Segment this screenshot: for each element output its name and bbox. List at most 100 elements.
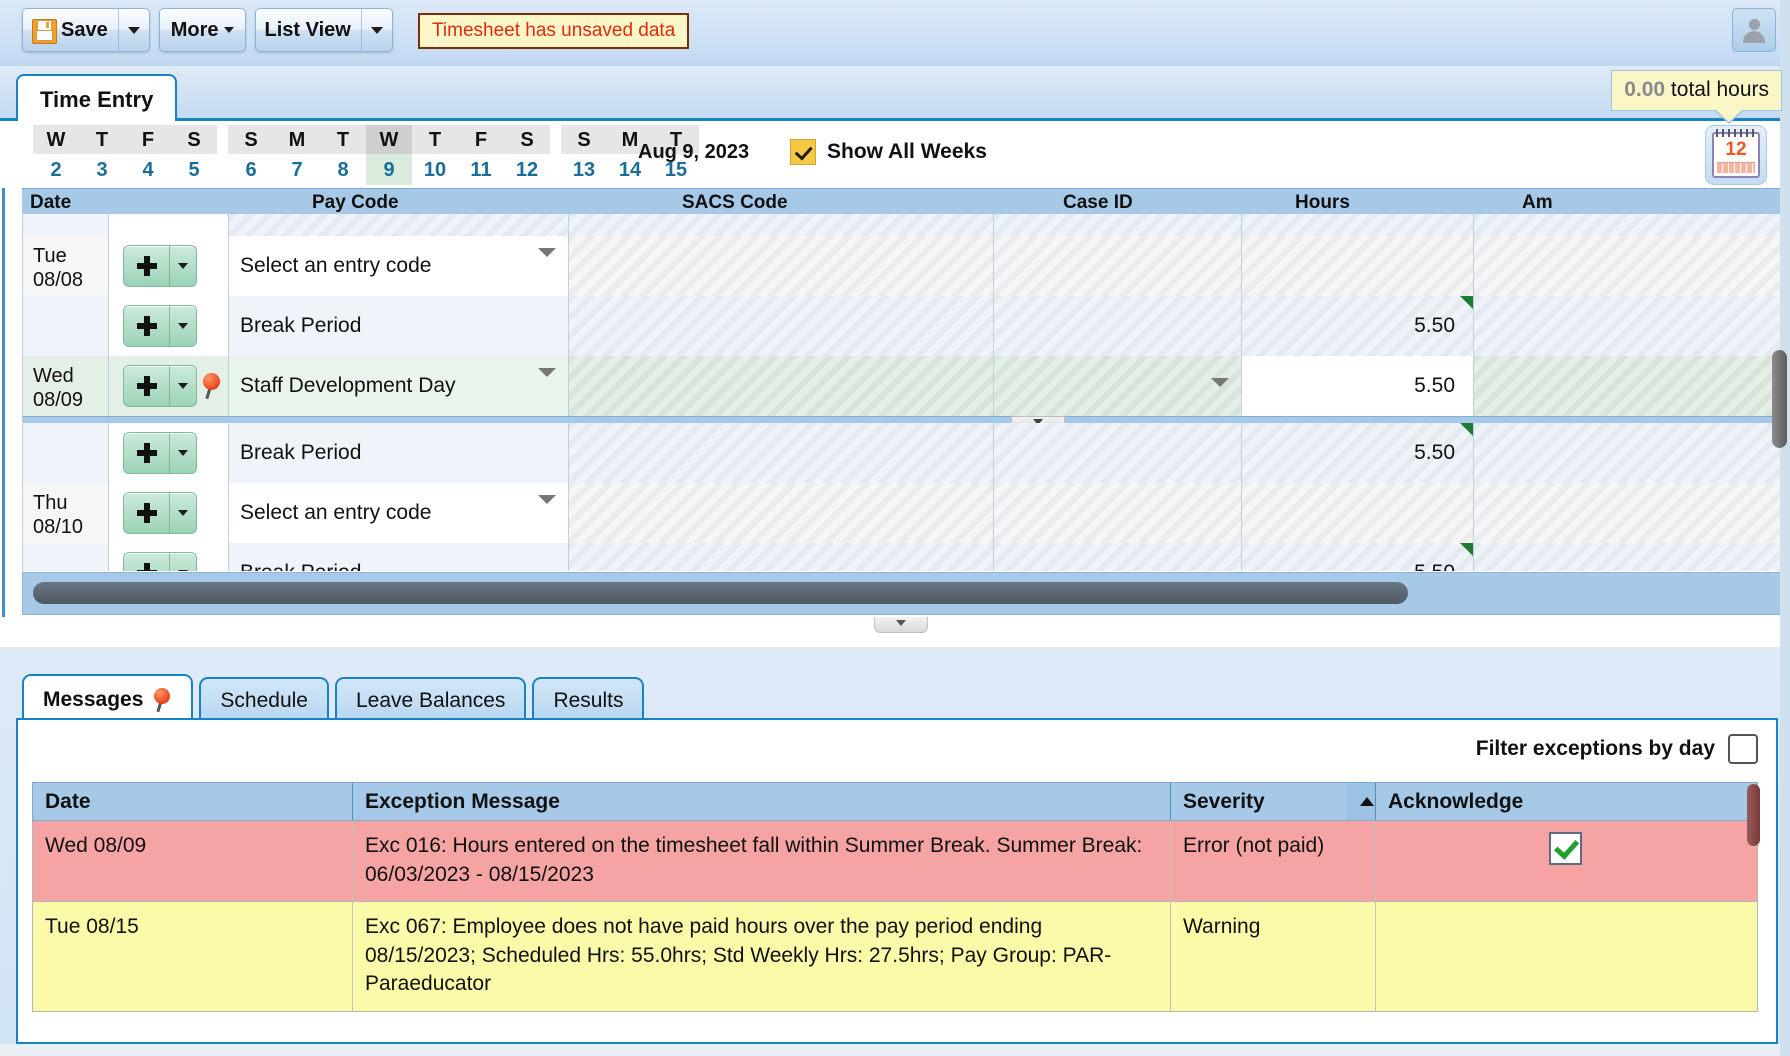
dropdown-arrow-icon[interactable] — [538, 368, 556, 377]
tab-time-entry[interactable]: Time Entry — [16, 74, 178, 123]
cell-pay-code[interactable]: Select an entry code — [229, 483, 569, 543]
save-dropdown-toggle[interactable] — [119, 9, 149, 51]
cell-hours[interactable] — [1242, 236, 1474, 296]
bottom-tab-leave-balances[interactable]: Leave Balances — [334, 677, 527, 723]
cell-hours[interactable] — [1242, 214, 1474, 236]
cell-hours[interactable]: 5.50 — [1242, 423, 1474, 483]
cell-hours[interactable]: 5.50 — [1242, 543, 1474, 571]
column-header-exception-date[interactable]: Date — [33, 783, 353, 820]
cell-amount[interactable] — [1474, 356, 1790, 416]
cell-case-id[interactable] — [994, 423, 1242, 483]
time-entry-row[interactable]: Tue 08/08 Select an entry code — [23, 236, 1790, 297]
time-entry-row[interactable]: Break Period 5.50 — [23, 543, 1790, 571]
chevron-down-icon[interactable] — [170, 366, 196, 406]
cell-case-id[interactable] — [994, 543, 1242, 571]
add-entry-button[interactable] — [123, 245, 197, 287]
cell-sacs-code[interactable] — [569, 296, 994, 356]
filter-exceptions-toggle[interactable]: Filter exceptions by day — [1476, 734, 1758, 764]
cell-pay-code[interactable]: Select an entry code — [229, 236, 569, 296]
chevron-down-icon[interactable] — [170, 433, 196, 473]
cell-pay-code[interactable]: Break Period — [229, 543, 569, 571]
add-entry-button[interactable] — [123, 552, 197, 571]
grid-vertical-scrollbar[interactable] — [1772, 350, 1787, 448]
cell-hours[interactable]: 5.50 — [1242, 296, 1474, 356]
add-entry-button[interactable] — [123, 492, 197, 534]
bottom-tab-schedule[interactable]: Schedule — [199, 677, 329, 723]
add-entry-button[interactable] — [123, 305, 197, 347]
day-cell-7[interactable]: M7 — [274, 125, 320, 185]
day-cell-12[interactable]: S 12 — [504, 125, 550, 185]
column-header-hours[interactable]: Hours — [1295, 192, 1350, 214]
grid-horizontal-scrollbar-thumb[interactable] — [33, 582, 1408, 604]
panel-collapse-handle[interactable] — [874, 617, 928, 633]
cell-amount[interactable] — [1474, 483, 1790, 543]
more-button[interactable]: More — [158, 8, 246, 52]
cell-sacs-code[interactable] — [569, 543, 994, 571]
day-cell-10[interactable]: T 10 — [412, 125, 458, 185]
cell-sacs-code[interactable] — [569, 214, 994, 236]
calendar-picker-button[interactable]: 12 — [1705, 125, 1767, 185]
cell-case-id[interactable] — [994, 483, 1242, 543]
user-avatar-button[interactable] — [1732, 8, 1776, 52]
add-entry-button[interactable] — [123, 365, 197, 407]
day-cell-5[interactable]: S5 — [171, 125, 217, 185]
day-cell-2[interactable]: W2 — [33, 125, 79, 185]
chevron-down-icon[interactable] — [170, 246, 196, 286]
column-header-sacs-code[interactable]: SACS Code — [682, 192, 788, 214]
bottom-tab-results[interactable]: Results — [532, 677, 645, 723]
cell-pay-code[interactable]: Break Period — [229, 423, 569, 483]
day-cell-11[interactable]: F 11 — [458, 125, 504, 185]
bottom-tab-messages[interactable]: Messages — [22, 674, 194, 723]
cell-amount[interactable] — [1474, 543, 1790, 571]
day-cell-9[interactable]: W9 — [366, 125, 412, 185]
list-view-button[interactable]: List View — [254, 8, 393, 52]
column-header-severity[interactable]: Severity — [1171, 783, 1346, 820]
day-cell-6[interactable]: S6 — [228, 125, 274, 185]
column-header-acknowledge[interactable]: Acknowledge — [1376, 783, 1757, 820]
save-button[interactable]: Save — [22, 8, 150, 52]
add-entry-button[interactable] — [123, 432, 197, 474]
checkbox-unchecked-icon[interactable] — [1728, 734, 1758, 764]
dropdown-arrow-icon[interactable] — [538, 248, 556, 257]
cell-pay-code[interactable]: Staff Development Day — [229, 356, 569, 416]
time-entry-row[interactable]: Thu 08/10 Select an entry code — [23, 483, 1790, 544]
cell-sacs-code[interactable] — [569, 236, 994, 296]
exception-acknowledge-cell[interactable] — [1376, 902, 1757, 1011]
sort-ascending-icon[interactable] — [1346, 783, 1376, 820]
chevron-down-icon[interactable] — [170, 306, 196, 346]
cell-amount[interactable] — [1474, 236, 1790, 296]
show-all-weeks-toggle[interactable]: Show All Weeks — [790, 139, 987, 165]
column-header-exception-message[interactable]: Exception Message — [353, 783, 1171, 820]
grid-horizontal-scrollbar-track[interactable] — [22, 572, 1790, 615]
cell-case-id[interactable] — [994, 236, 1242, 296]
cell-amount[interactable] — [1474, 296, 1790, 356]
column-header-pay-code[interactable]: Pay Code — [312, 192, 399, 214]
day-cell-13[interactable]: S 13 — [561, 125, 607, 185]
time-entry-row[interactable]: Break Period 5.50 — [23, 296, 1790, 357]
checkbox-checked-icon[interactable] — [790, 139, 816, 165]
column-header-amount[interactable]: Am — [1522, 192, 1553, 214]
cell-sacs-code[interactable] — [569, 423, 994, 483]
chevron-down-icon[interactable] — [170, 493, 196, 533]
column-header-date[interactable]: Date — [30, 192, 71, 214]
cell-case-id[interactable] — [994, 296, 1242, 356]
cell-case-id[interactable] — [994, 214, 1242, 236]
cell-pay-code[interactable]: Break Period — [229, 296, 569, 356]
cell-hours[interactable] — [1242, 483, 1474, 543]
list-view-dropdown-toggle[interactable] — [362, 9, 392, 51]
cell-amount[interactable] — [1474, 214, 1790, 236]
day-cell-3[interactable]: T3 — [79, 125, 125, 185]
dropdown-arrow-icon[interactable] — [1211, 378, 1229, 387]
column-header-case-id[interactable]: Case ID — [1063, 192, 1133, 214]
exception-row[interactable]: Wed 08/09 Exc 016: Hours entered on the t… — [32, 821, 1758, 903]
exception-row[interactable]: Tue 08/15 Exc 067: Employee does not have… — [32, 902, 1758, 1012]
cell-sacs-code[interactable] — [569, 483, 994, 543]
cell-pay-code[interactable] — [229, 214, 569, 236]
cell-hours[interactable]: 5.50 — [1242, 356, 1474, 416]
dropdown-arrow-icon[interactable] — [538, 495, 556, 504]
cell-amount[interactable] — [1474, 423, 1790, 483]
time-entry-row[interactable]: Wed 08/09 Staff Development Day 5.50 — [23, 356, 1790, 417]
exceptions-vertical-scrollbar[interactable] — [1747, 784, 1760, 846]
time-entry-row[interactable]: Break Period 5.50 — [23, 423, 1790, 484]
chevron-down-icon[interactable] — [170, 553, 196, 571]
